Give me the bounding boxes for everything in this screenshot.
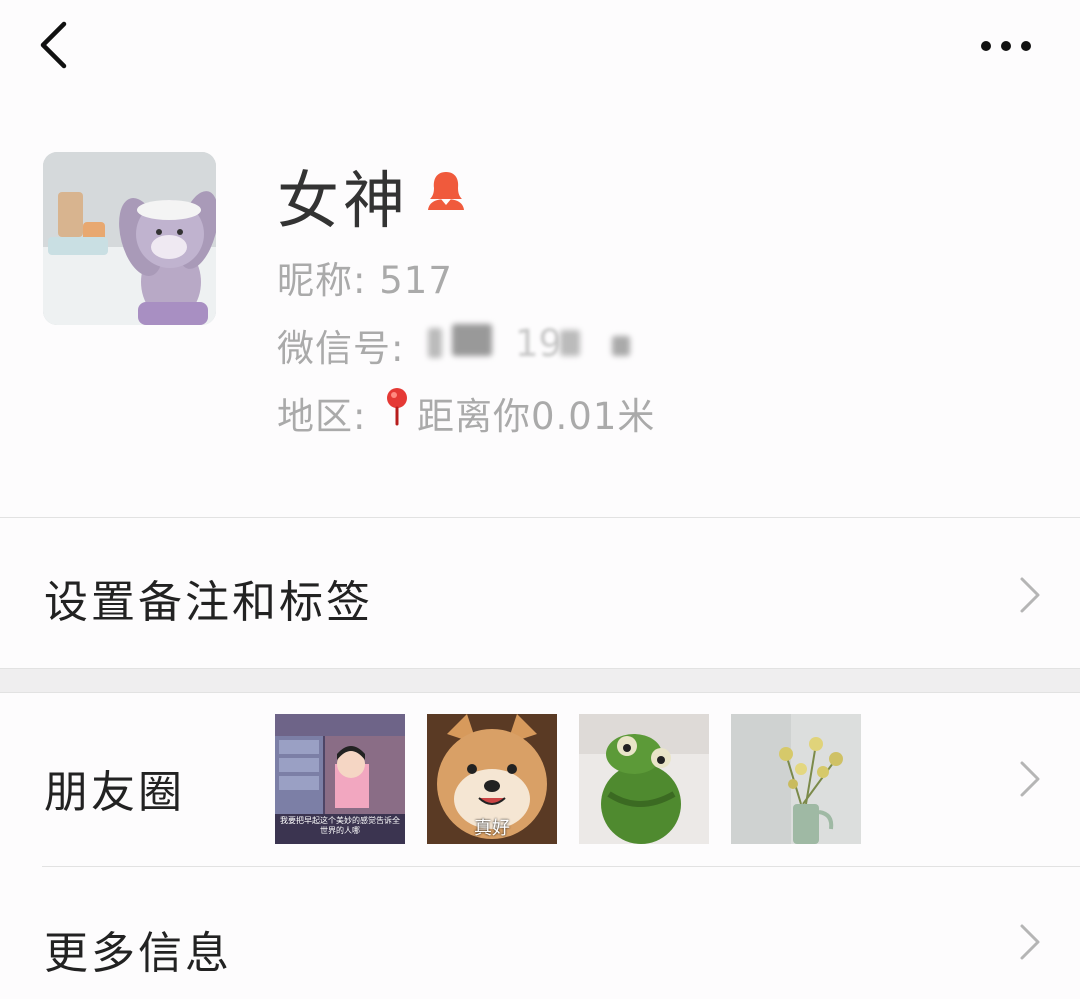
back-button[interactable] (34, 18, 82, 74)
chevron-right-icon (1020, 577, 1040, 613)
remark-tags-row[interactable]: 设置备注和标签 (0, 518, 1080, 668)
wechat-id-value-blurred: 19 (420, 322, 650, 365)
remark-tags-label: 设置备注和标签 (44, 577, 373, 628)
section-separator (0, 668, 1080, 693)
wechat-id-row: 微信号: (277, 318, 404, 372)
more-info-row[interactable]: 更多信息 (0, 867, 1080, 999)
avatar[interactable] (43, 152, 216, 325)
moments-thumbnail-cartoon[interactable]: 我要把早起这个美妙的感觉告诉全世界的人哪 (275, 714, 405, 844)
region-label: 地区: (277, 395, 367, 438)
more-info-label: 更多信息 (44, 928, 232, 979)
plush-bunny-avatar-image (43, 152, 216, 325)
region-row: 地区: (277, 386, 366, 440)
chevron-right-icon (1020, 761, 1040, 797)
moments-label: 朋友圈 (44, 767, 185, 818)
flower-vase-image (731, 714, 861, 844)
wechat-id-partial: 19 (515, 322, 563, 365)
chevron-left-icon (40, 21, 67, 69)
nickname-label: 昵称: (277, 259, 367, 302)
female-person-icon (424, 168, 468, 212)
nickname-row: 昵称: 517 (277, 250, 453, 304)
chevron-right-icon (1020, 924, 1040, 960)
more-button[interactable] (970, 26, 1042, 66)
region-value: 距离你0.01米 (417, 395, 656, 438)
moments-thumbnail-shiba[interactable]: 真好 (427, 714, 557, 844)
moments-thumbnail-flowers[interactable] (731, 714, 861, 844)
thumbnail-caption: 我要把早起这个美妙的感觉告诉全世界的人哪 (280, 816, 400, 835)
profile-name: 女神 (277, 164, 410, 237)
thumbnail-caption: 真好 (474, 818, 510, 839)
wechat-id-label: 微信号: (277, 327, 405, 370)
moments-thumbnail-frog[interactable] (579, 714, 709, 844)
location-pin-icon (382, 386, 412, 426)
nickname-value: 517 (379, 259, 453, 302)
green-frog-plush-image (579, 714, 709, 844)
